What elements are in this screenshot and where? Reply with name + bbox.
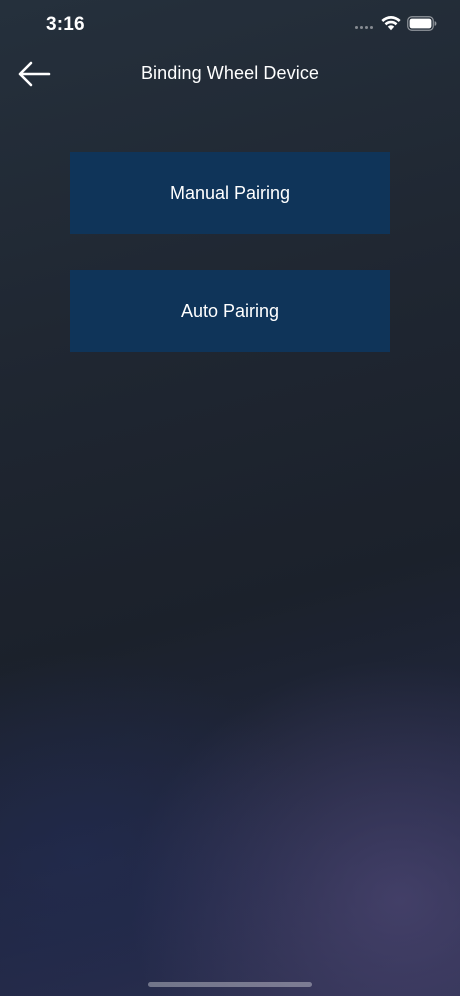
auto-pairing-label: Auto Pairing <box>180 300 280 321</box>
status-time: 3:16 <box>46 14 85 35</box>
page-title: Binding Wheel Device <box>140 63 320 83</box>
manual-pairing-label: Manual Pairing <box>169 182 291 203</box>
status-bar: 3:16 <box>0 0 460 50</box>
home-indicator[interactable] <box>148 982 312 987</box>
wifi-icon <box>381 16 401 31</box>
manual-pairing-button[interactable]: Manual Pairing <box>70 152 390 234</box>
auto-pairing-button[interactable]: Auto Pairing <box>70 270 390 352</box>
signal-dots-icon <box>355 24 375 30</box>
nav-bar: Binding Wheel Device <box>0 50 460 98</box>
battery-icon <box>407 16 437 31</box>
